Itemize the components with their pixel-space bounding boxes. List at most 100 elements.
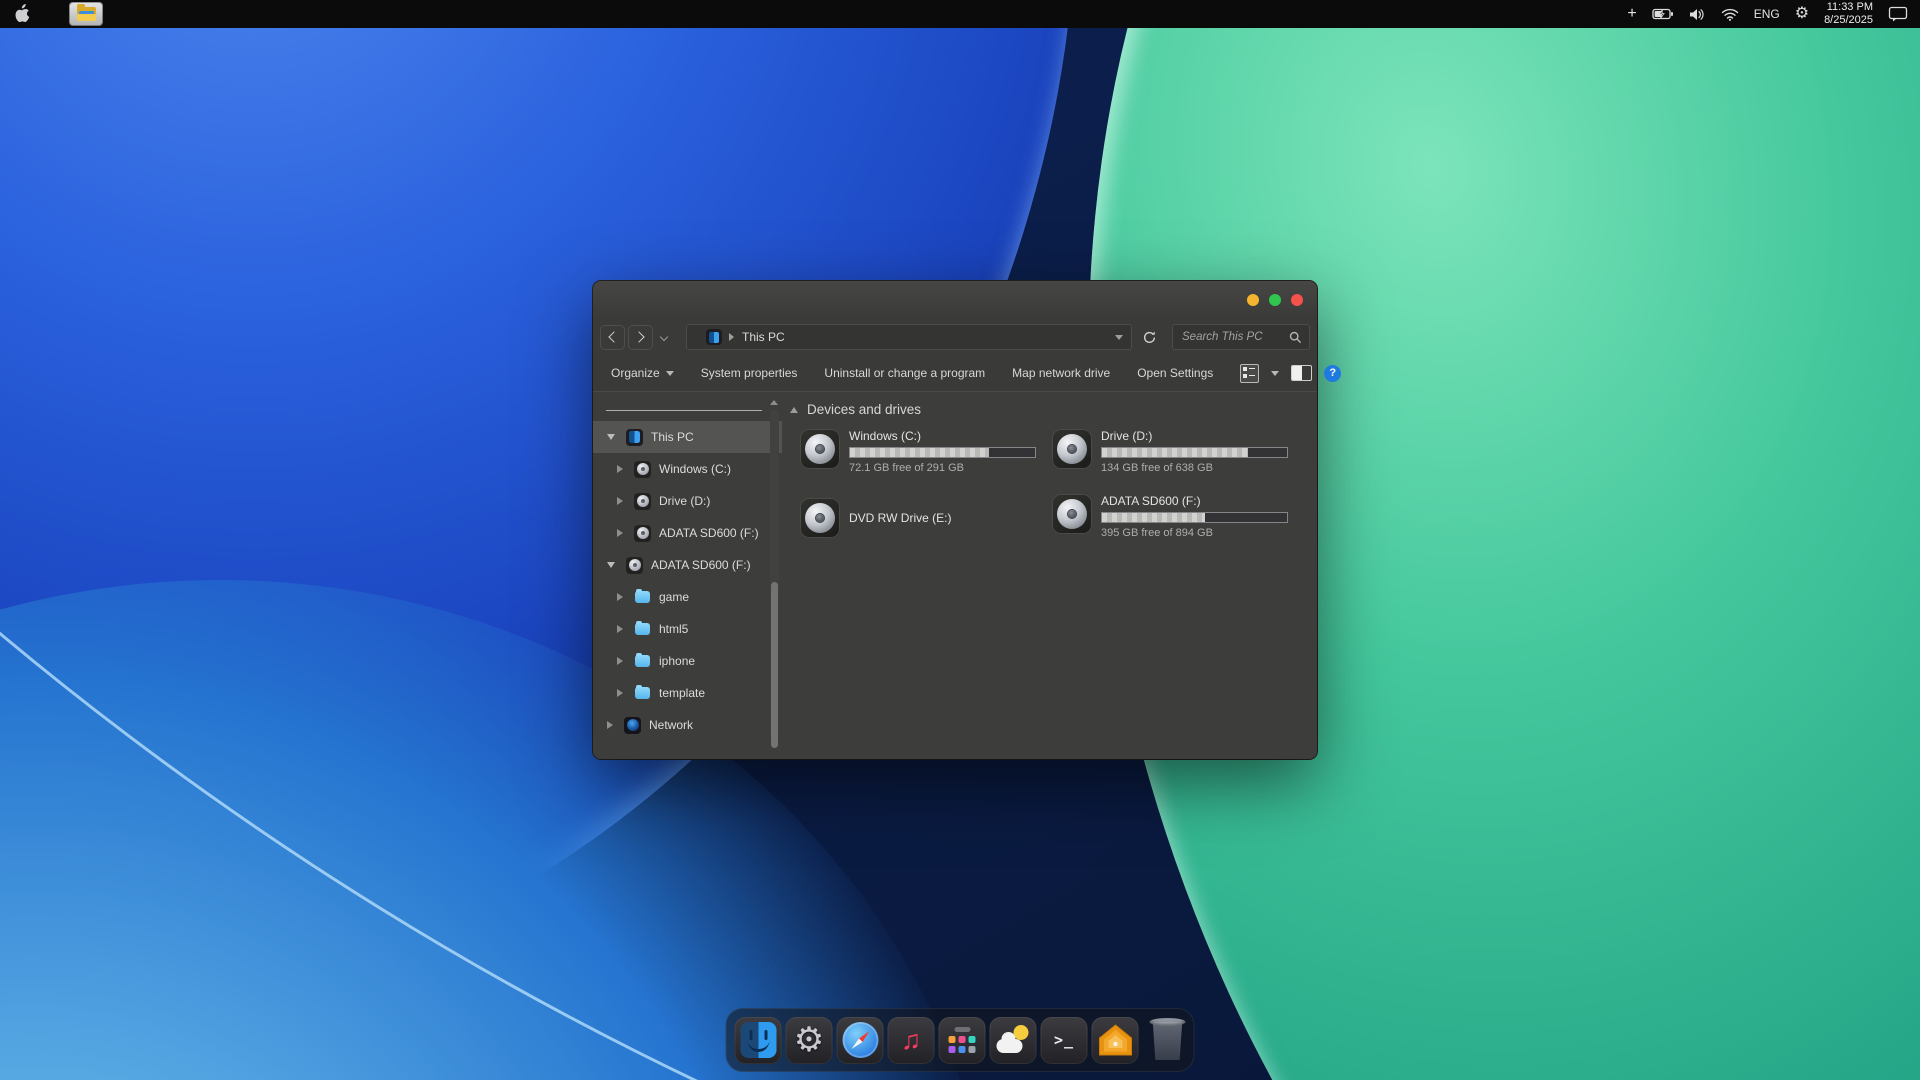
- drive-item[interactable]: Windows (C:) 72.1 GB free of 291 GB: [800, 429, 1036, 494]
- tree-item-network[interactable]: Network: [593, 709, 782, 741]
- dock-item-launchpad[interactable]: [938, 1016, 986, 1064]
- tree-item-label: template: [659, 686, 706, 700]
- refresh-button[interactable]: [1134, 324, 1164, 350]
- menubar-explorer-app-button[interactable]: [69, 2, 103, 26]
- drive-item[interactable]: Drive (D:) 134 GB free of 638 GB: [1052, 429, 1288, 494]
- address-bar[interactable]: This PC: [686, 324, 1132, 350]
- settings-gear-icon: ⚙: [793, 1021, 825, 1059]
- language-indicator[interactable]: ENG: [1754, 7, 1780, 21]
- volume-icon[interactable]: [1689, 8, 1706, 21]
- search-box[interactable]: [1172, 324, 1310, 350]
- drive-usage-bar: [1101, 512, 1288, 523]
- menubar: + ENG ⚙ 11:33 PM 8/25/2025: [0, 0, 1920, 28]
- view-layout-icon[interactable]: [1240, 363, 1260, 383]
- search-icon[interactable]: [1289, 331, 1302, 344]
- caret-collapsed-icon[interactable]: [617, 529, 623, 537]
- tree-item-label: This PC: [651, 430, 694, 444]
- uninstall-program-button[interactable]: Uninstall or change a program: [824, 366, 985, 380]
- map-network-drive-button[interactable]: Map network drive: [1012, 366, 1110, 380]
- drive-icon: [634, 492, 651, 510]
- music-note-icon: ♫: [900, 1024, 922, 1055]
- tree-item-label: html5: [659, 622, 689, 636]
- caret-expanded-icon[interactable]: [607, 434, 615, 440]
- titlebar[interactable]: [593, 281, 1317, 319]
- tree-item-label: ADATA SD600 (F:): [659, 526, 759, 540]
- tree-item-drive-d[interactable]: Drive (D:): [593, 485, 782, 517]
- sidebar-scrollbar[interactable]: [770, 410, 779, 748]
- preview-pane-icon[interactable]: [1291, 365, 1313, 381]
- battery-icon[interactable]: [1652, 8, 1674, 20]
- tree-item-adata-sd600-f[interactable]: ADATA SD600 (F:): [593, 549, 782, 581]
- back-button[interactable]: [600, 324, 625, 350]
- address-dropdown-icon[interactable]: [1115, 334, 1123, 340]
- drive-icon: [634, 460, 651, 478]
- forward-button[interactable]: [628, 324, 653, 350]
- section-title[interactable]: Devices and drives: [807, 402, 921, 417]
- apple-menu[interactable]: [14, 4, 31, 24]
- menubar-time: 11:33 PM: [1826, 0, 1873, 13]
- drive-free-space: 134 GB free of 638 GB: [1101, 462, 1213, 474]
- drive-item[interactable]: ADATA SD600 (F:) 395 GB free of 894 GB: [1052, 494, 1288, 559]
- dock-item-finder[interactable]: [734, 1016, 782, 1064]
- navigation-pane: This PC Windows (C:) Drive (D:) ADATA SD600…: [593, 392, 782, 759]
- breadcrumb-arrow-icon[interactable]: [729, 333, 734, 341]
- scrollbar-thumb[interactable]: [771, 582, 778, 748]
- caret-collapsed-icon[interactable]: [617, 657, 623, 665]
- drive-usage-bar: [1101, 447, 1288, 458]
- search-input[interactable]: [1180, 330, 1289, 344]
- dock-item-settings[interactable]: ⚙: [785, 1016, 833, 1064]
- drive-name: Drive (D:): [1101, 429, 1153, 443]
- caret-collapsed-icon[interactable]: [607, 721, 613, 729]
- dock-item-trash[interactable]: [1149, 1018, 1186, 1062]
- file-explorer-icon: [76, 4, 96, 21]
- minimize-button[interactable]: [1247, 294, 1259, 306]
- dock-item-music[interactable]: ♫: [887, 1016, 935, 1064]
- dock-item-home[interactable]: [1091, 1016, 1139, 1064]
- tree-item-template[interactable]: template: [593, 677, 782, 709]
- drive-item[interactable]: DVD RW Drive (E:): [800, 494, 1036, 542]
- file-explorer-window: This PC Organize Sy: [593, 281, 1342, 759]
- scroll-up-arrow-icon[interactable]: [770, 400, 778, 405]
- tree-item-label: iphone: [659, 654, 696, 668]
- tree-item-adata-sd600-f[interactable]: ADATA SD600 (F:): [593, 517, 782, 549]
- drive-free-space: 72.1 GB free of 291 GB: [849, 462, 964, 474]
- tree-item-windows-c[interactable]: Windows (C:): [593, 453, 782, 485]
- tree-item-game[interactable]: game: [593, 581, 782, 613]
- folder-icon: [634, 589, 651, 606]
- sidebar-tree: This PC Windows (C:) Drive (D:) ADATA SD600…: [593, 421, 782, 741]
- caret-expanded-icon[interactable]: [607, 562, 615, 568]
- system-properties-button[interactable]: System properties: [701, 366, 798, 380]
- caret-collapsed-icon[interactable]: [617, 625, 623, 633]
- caret-collapsed-icon[interactable]: [617, 593, 623, 601]
- dropdown-caret-icon: [665, 370, 674, 376]
- tree-item-iphone[interactable]: iphone: [593, 645, 782, 677]
- drive-name: ADATA SD600 (F:): [1101, 494, 1201, 508]
- menubar-clock[interactable]: 11:33 PM 8/25/2025: [1824, 1, 1873, 27]
- caret-collapsed-icon[interactable]: [617, 465, 623, 473]
- wifi-icon[interactable]: [1721, 8, 1739, 21]
- section-collapse-icon[interactable]: [790, 406, 798, 413]
- content-pane: Devices and drives Windows (C:) 72.1 GB f…: [782, 392, 1317, 759]
- tree-item-this-pc[interactable]: This PC: [593, 421, 782, 453]
- gear-icon[interactable]: ⚙: [1795, 6, 1809, 22]
- notification-bubble-icon[interactable]: [1888, 6, 1908, 22]
- breadcrumb[interactable]: This PC: [742, 330, 785, 344]
- dock-item-safari[interactable]: [836, 1016, 884, 1064]
- close-button[interactable]: [1291, 294, 1303, 306]
- safari-compass-icon: [842, 1022, 878, 1058]
- dock-item-weather[interactable]: [989, 1016, 1037, 1064]
- plus-icon[interactable]: +: [1627, 6, 1636, 22]
- caret-collapsed-icon[interactable]: [617, 497, 623, 505]
- drive-disc-icon: [800, 498, 840, 538]
- trash-icon: [1152, 1022, 1183, 1060]
- view-dropdown-caret-icon[interactable]: [1271, 370, 1280, 376]
- organize-menu[interactable]: Organize: [611, 366, 674, 380]
- open-settings-button[interactable]: Open Settings: [1137, 366, 1213, 380]
- tree-item-html5[interactable]: html5: [593, 613, 782, 645]
- help-button[interactable]: ?: [1324, 364, 1342, 382]
- caret-collapsed-icon[interactable]: [617, 689, 623, 697]
- dock-item-terminal[interactable]: >_: [1040, 1016, 1088, 1064]
- maximize-button[interactable]: [1269, 294, 1281, 306]
- drive-disc-icon: [1052, 429, 1092, 469]
- recent-locations-button[interactable]: [656, 332, 672, 342]
